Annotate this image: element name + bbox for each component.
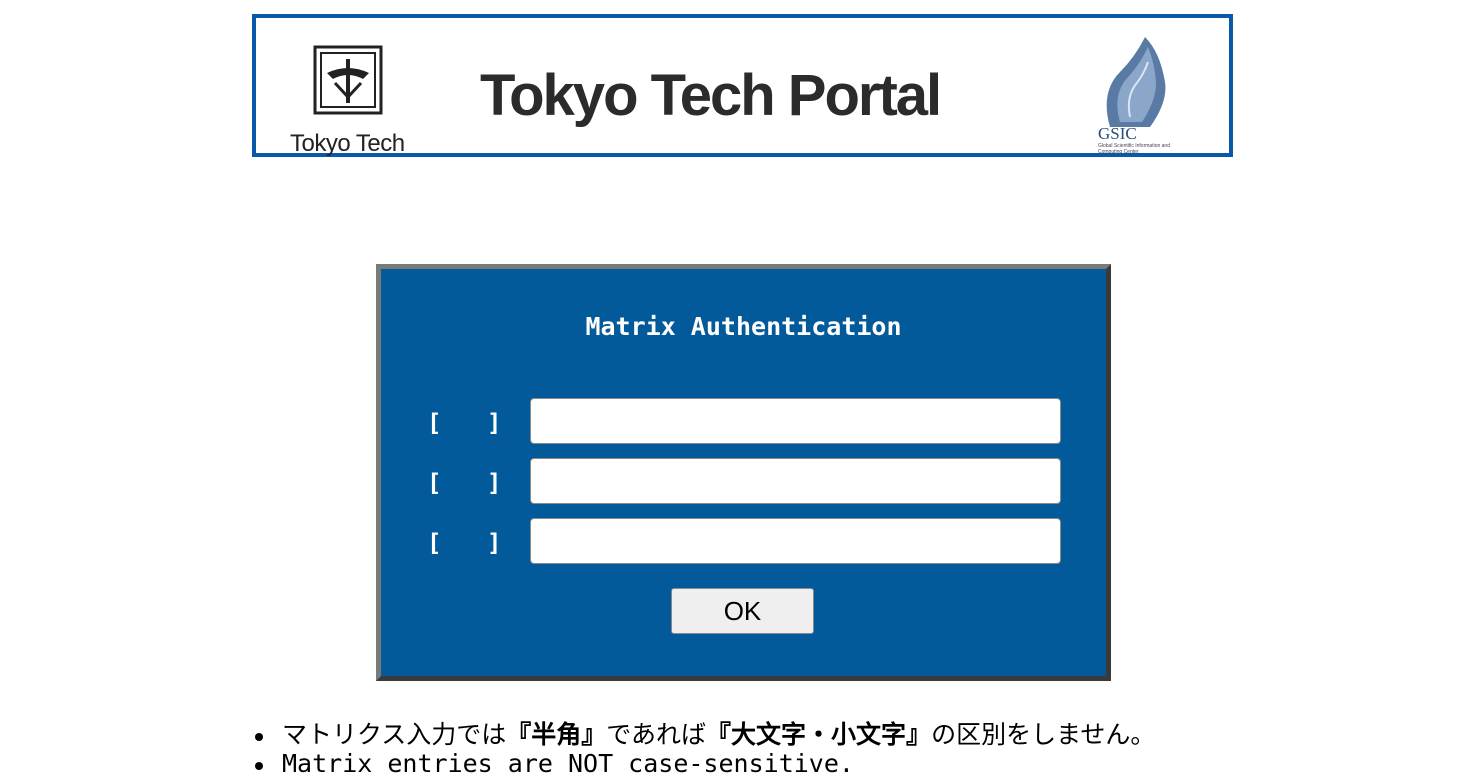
label-open-bracket: [ — [427, 409, 442, 437]
label-close-bracket: ] — [487, 529, 502, 557]
note-jp-suffix: の区別をしません。 — [931, 720, 1156, 749]
gsic-logo-subtext: Global Scientific Information and Comput… — [1098, 143, 1170, 155]
label-open-bracket: [ — [427, 529, 442, 557]
matrix-input-2[interactable] — [530, 458, 1061, 504]
portal-title: Tokyo Tech Portal — [480, 63, 942, 128]
notes-list: マトリクス入力では『半角』であれば『大文字・小文字』の区別をしません。 Matr… — [252, 720, 1155, 778]
portal-banner: Tokyo Tech Tokyo Tech Portal GSIC Global… — [252, 14, 1233, 157]
matrix-input-3[interactable] — [530, 518, 1061, 564]
note-jp-term1: 『半角』 — [506, 720, 607, 749]
note-item-jp: マトリクス入力では『半角』であれば『大文字・小文字』の区別をしません。 — [252, 720, 1155, 749]
label-open-bracket: [ — [427, 469, 442, 497]
university-name: Tokyo Tech — [290, 130, 405, 157]
gsic-logo-text: GSIC — [1098, 124, 1137, 143]
note-item-en: Matrix entries are NOT case-sensitive. — [252, 749, 1155, 778]
note-jp-middle: であれば — [606, 720, 707, 749]
note-jp-prefix: マトリクス入力では — [282, 720, 507, 749]
gsic-logo-icon — [1106, 37, 1166, 127]
matrix-auth-panel: Matrix Authentication [ ] [ ] [ ] OK — [376, 264, 1111, 681]
note-jp-term2: 『大文字・小文字』 — [706, 720, 932, 749]
tokyo-tech-crest-icon — [313, 45, 383, 115]
matrix-input-1[interactable] — [530, 398, 1061, 444]
panel-title: Matrix Authentication — [585, 312, 902, 341]
label-close-bracket: ] — [487, 409, 502, 437]
label-close-bracket: ] — [487, 469, 502, 497]
ok-button[interactable]: OK — [671, 588, 814, 634]
